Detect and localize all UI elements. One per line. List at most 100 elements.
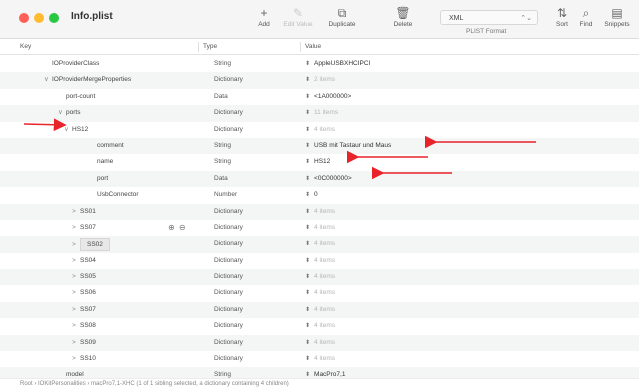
type-stepper-icon[interactable]: ⬍ [305, 159, 310, 165]
chevron-right-icon[interactable]: > [72, 269, 80, 285]
chevron-right-icon[interactable]: > [72, 302, 80, 318]
row-key-cell[interactable]: > SS04 [72, 253, 96, 269]
plist-row[interactable]: IOProviderClass String ⬍ AppleUSBXHCIPCI [0, 56, 639, 72]
type-stepper-icon[interactable]: ⬍ [305, 290, 310, 296]
row-type-cell[interactable]: Dictionary [214, 72, 243, 88]
column-divider[interactable] [198, 42, 199, 52]
row-value-cell[interactable]: ⬍ <0C000000> [305, 171, 352, 187]
row-value-cell[interactable]: ⬍ <1A000000> [305, 89, 351, 105]
chevron-right-icon[interactable]: > [72, 220, 80, 236]
plist-row[interactable]: > SS04 Dictionary ⬍ 4 items [0, 253, 639, 269]
snippets-button[interactable]: ▤ Snippets [601, 6, 633, 28]
row-key-cell[interactable]: comment [89, 138, 124, 154]
row-value-cell[interactable]: ⬍ 4 items [305, 269, 335, 285]
plist-row[interactable]: > SS08 Dictionary ⬍ 4 items [0, 318, 639, 334]
row-type-cell[interactable]: Dictionary [214, 220, 243, 236]
value-column-header[interactable]: Value [305, 43, 321, 50]
row-value-cell[interactable]: ⬍ USB mit Tastaur und Maus [305, 138, 391, 154]
type-stepper-icon[interactable]: ⬍ [305, 340, 310, 346]
plist-row[interactable]: > SS10 Dictionary ⬍ 4 items [0, 351, 639, 367]
type-stepper-icon[interactable]: ⬍ [305, 225, 310, 231]
type-stepper-icon[interactable]: ⬍ [305, 110, 310, 116]
minimize-window-button[interactable] [34, 13, 44, 23]
plist-row[interactable]: ∨ IOProviderMergeProperties Dictionary ⬍ 2 i… [0, 72, 639, 89]
edit-value-button[interactable]: ✎ Edit Value [281, 6, 315, 28]
chevron-right-icon[interactable]: > [72, 351, 80, 367]
row-type-cell[interactable]: Dictionary [214, 253, 243, 269]
row-value-cell[interactable]: ⬍ 4 items [305, 351, 335, 367]
row-key-cell[interactable]: name [89, 154, 113, 170]
row-type-cell[interactable]: Dictionary [214, 302, 243, 318]
add-remove-row-buttons[interactable]: ⊕ ⊖ [168, 220, 187, 236]
type-stepper-icon[interactable]: ⬍ [305, 323, 310, 329]
row-type-cell[interactable]: Data [214, 89, 228, 105]
plist-row[interactable]: ∨ HS12 Dictionary ⬍ 4 items [0, 122, 639, 138]
row-type-cell[interactable]: Dictionary [214, 269, 243, 285]
plist-row[interactable]: ∨ ports Dictionary ⬍ 11 items [0, 105, 639, 122]
chevron-right-icon[interactable]: > [72, 335, 80, 351]
row-value-cell[interactable]: ⬍ 11 items [305, 105, 338, 121]
row-key-edit-field[interactable]: SS02 [80, 238, 110, 252]
row-key-cell[interactable]: > SS10 [72, 351, 96, 367]
type-stepper-icon[interactable]: ⬍ [305, 192, 310, 198]
plist-format-select[interactable]: XML ⌃⌄ [440, 10, 538, 25]
row-key-cell[interactable]: UsbConnector [89, 187, 139, 203]
row-type-cell[interactable]: String [214, 138, 231, 154]
row-value-cell[interactable]: ⬍ 4 items [305, 285, 335, 301]
key-column-header[interactable]: Key [20, 43, 31, 50]
row-value-cell[interactable]: ⬍ 4 items [305, 122, 335, 138]
row-type-cell[interactable]: Dictionary [214, 318, 243, 334]
row-type-cell[interactable]: Dictionary [214, 105, 243, 121]
add-button[interactable]: + Add [254, 6, 274, 28]
row-type-cell[interactable]: Dictionary [214, 236, 243, 252]
row-key-cell[interactable]: > SS09 [72, 335, 96, 351]
row-type-cell[interactable]: Dictionary [214, 285, 243, 301]
row-type-cell[interactable]: Dictionary [214, 351, 243, 367]
chevron-right-icon[interactable]: > [72, 318, 80, 334]
sort-button[interactable]: ⇅ Sort [552, 6, 572, 28]
type-column-header[interactable]: Type [203, 43, 217, 50]
row-key-cell[interactable]: ∨ HS12 [64, 122, 88, 138]
row-key-cell[interactable]: port-count [58, 89, 95, 105]
plist-row[interactable]: > SS06 Dictionary ⬍ 4 items [0, 285, 639, 301]
type-stepper-icon[interactable]: ⬍ [305, 307, 310, 313]
chevron-right-icon[interactable]: > [72, 253, 80, 269]
type-stepper-icon[interactable]: ⬍ [305, 274, 310, 280]
plist-row[interactable]: name String ⬍ HS12 [0, 154, 639, 170]
plist-row[interactable]: > SS02 Dictionary ⬍ 4 items [0, 236, 639, 253]
row-type-cell[interactable]: Data [214, 171, 228, 187]
plist-row[interactable]: > SS09 Dictionary ⬍ 4 items [0, 334, 639, 352]
row-type-cell[interactable]: Dictionary [214, 122, 243, 138]
row-type-cell[interactable]: String [214, 154, 231, 170]
row-value-cell[interactable]: ⬍ 4 items [305, 302, 335, 318]
plist-row[interactable]: UsbConnector Number ⬍ 0 [0, 187, 639, 203]
row-value-cell[interactable]: ⬍ 4 items [305, 253, 335, 269]
type-stepper-icon[interactable]: ⬍ [305, 77, 310, 83]
row-key-cell[interactable]: > SS05 [72, 269, 96, 285]
row-key-cell[interactable]: port [89, 171, 108, 187]
plist-row[interactable]: > SS07 Dictionary ⬍ 4 items [0, 301, 639, 319]
row-key-cell[interactable]: > SS02 [72, 236, 110, 252]
type-stepper-icon[interactable]: ⬍ [305, 143, 310, 149]
chevron-right-icon[interactable]: > [72, 237, 80, 252]
row-value-cell[interactable]: ⬍ 0 [305, 187, 318, 203]
row-key-cell[interactable]: > SS08 [72, 318, 96, 334]
row-type-cell[interactable]: Dictionary [214, 335, 243, 351]
type-stepper-icon[interactable]: ⬍ [305, 127, 310, 133]
row-key-cell[interactable]: > SS07 [72, 302, 96, 318]
row-value-cell[interactable]: ⬍ 4 items [305, 204, 335, 220]
chevron-down-icon[interactable]: ∨ [44, 72, 52, 88]
close-window-button[interactable] [19, 13, 29, 23]
plist-row[interactable]: comment String ⬍ USB mit Tastaur und Maus [0, 137, 639, 155]
find-button[interactable]: ⌕ Find [576, 6, 596, 28]
row-value-cell[interactable]: ⬍ AppleUSBXHCIPCI [305, 56, 370, 72]
type-stepper-icon[interactable]: ⬍ [305, 258, 310, 264]
chevron-right-icon[interactable]: > [72, 285, 80, 301]
row-type-cell[interactable]: String [214, 56, 231, 72]
row-value-cell[interactable]: ⬍ 4 items [305, 318, 335, 334]
plist-row[interactable]: > SS07 ⊕ ⊖ Dictionary ⬍ 4 items [0, 220, 639, 236]
type-stepper-icon[interactable]: ⬍ [305, 209, 310, 215]
row-value-cell[interactable]: ⬍ 4 items [305, 335, 335, 351]
chevron-right-icon[interactable]: > [72, 204, 80, 220]
plist-row[interactable]: port Data ⬍ <0C000000> [0, 170, 639, 188]
